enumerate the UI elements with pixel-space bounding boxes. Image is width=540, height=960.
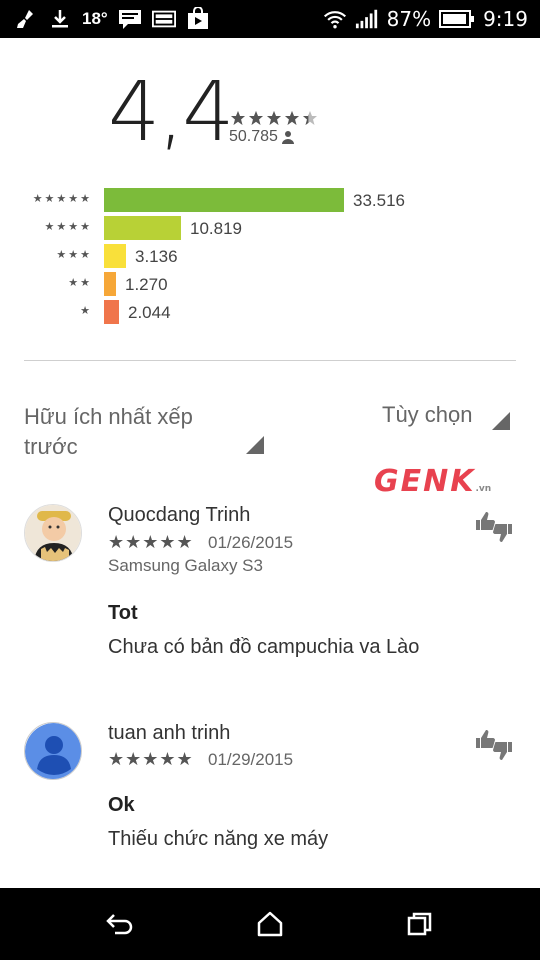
clock: 9:19 [483,7,528,31]
histogram-bar [104,216,181,240]
review-stars: ★★★★★ [108,532,194,552]
status-bar: 18° 87% 9:19 [0,0,540,38]
histogram-row-2-star: ★★ 1.270 [20,272,520,296]
review-date: 01/29/2015 [208,750,294,769]
histogram-bar [104,188,344,212]
review-body: Chưa có bản đồ campuchia va Lào [108,636,420,658]
histogram-star-label: ★★ [68,277,92,289]
star-icon [285,111,299,125]
home-icon [257,911,283,937]
histogram-star-label: ★ [80,305,92,317]
histogram-star-label: ★★★★★ [32,193,92,205]
message-icon [118,7,142,31]
avatar[interactable] [24,504,82,562]
watermark-suffix: .vn [475,484,492,494]
download-icon [48,7,72,31]
histogram-count: 1.270 [125,275,168,294]
options-dropdown[interactable]: Tùy chọn [382,402,473,428]
review-date: 01/26/2015 [208,533,294,552]
average-rating: 4,4 [108,65,234,160]
person-icon [281,131,294,144]
star-icon [303,111,317,125]
review-title: Ok [108,794,135,816]
review-device: Samsung Galaxy S3 [108,556,263,575]
review-stars: ★★★★★ [108,749,194,769]
histogram-bar [104,244,126,268]
histogram-bar [104,272,116,296]
histogram-row-1-star: ★ 2.044 [20,300,520,324]
histogram-count: 33.516 [353,191,405,210]
battery-icon [439,7,475,31]
histogram-count: 2.044 [128,303,171,322]
helpful-vote-icon[interactable] [474,508,514,548]
reviewer-name: tuan anh trinh [108,722,231,744]
divider [24,360,516,361]
back-button[interactable] [102,906,138,942]
histogram-bar [104,300,119,324]
play-store-bag-icon [186,7,210,31]
total-review-count: 50.785 [229,128,294,146]
star-icon [267,111,281,125]
helpful-vote-icon[interactable] [474,726,514,766]
battery-percent: 87% [386,7,432,31]
options-dropdown-arrow-icon[interactable] [492,412,510,430]
review-title: Tot [108,602,138,624]
watermark-text: GENK [374,464,476,499]
histogram-count: 3.136 [135,247,178,266]
gallery-icon [151,7,176,31]
temperature: 18° [82,9,108,28]
star-icon [249,111,263,125]
sort-dropdown-arrow-icon[interactable] [246,436,264,454]
avatar[interactable] [24,722,82,780]
histogram-star-label: ★★★ [56,249,92,261]
total-review-count-value: 50.785 [229,128,278,145]
star-icon [231,111,245,125]
signal-icon [355,7,379,31]
recent-apps-button[interactable] [402,906,438,942]
genk-watermark-logo: GENK.vn [374,464,491,499]
histogram-count: 10.819 [190,219,242,238]
histogram-star-label: ★★★★ [44,221,92,233]
broom-icon [14,7,38,31]
home-button[interactable] [252,906,288,942]
recent-apps-icon [407,912,432,936]
sort-dropdown[interactable]: Hữu ích nhất xếp trước [24,402,244,462]
histogram-row-3-star: ★★★ 3.136 [20,244,520,268]
histogram-row-5-star: ★★★★★ 33.516 [20,188,520,212]
histogram-row-4-star: ★★★★ 10.819 [20,216,520,240]
navigation-bar [0,888,540,960]
back-icon [106,914,133,935]
reviewer-name: Quocdang Trinh [108,504,251,526]
review-body: Thiếu chức năng xe máy [108,828,329,850]
wifi-icon [323,7,347,31]
reviews-screen: 4,4 50.785 ★★★★★ 33.516 ★★★★ 10.819 ★★★ 3.136… [0,38,540,888]
